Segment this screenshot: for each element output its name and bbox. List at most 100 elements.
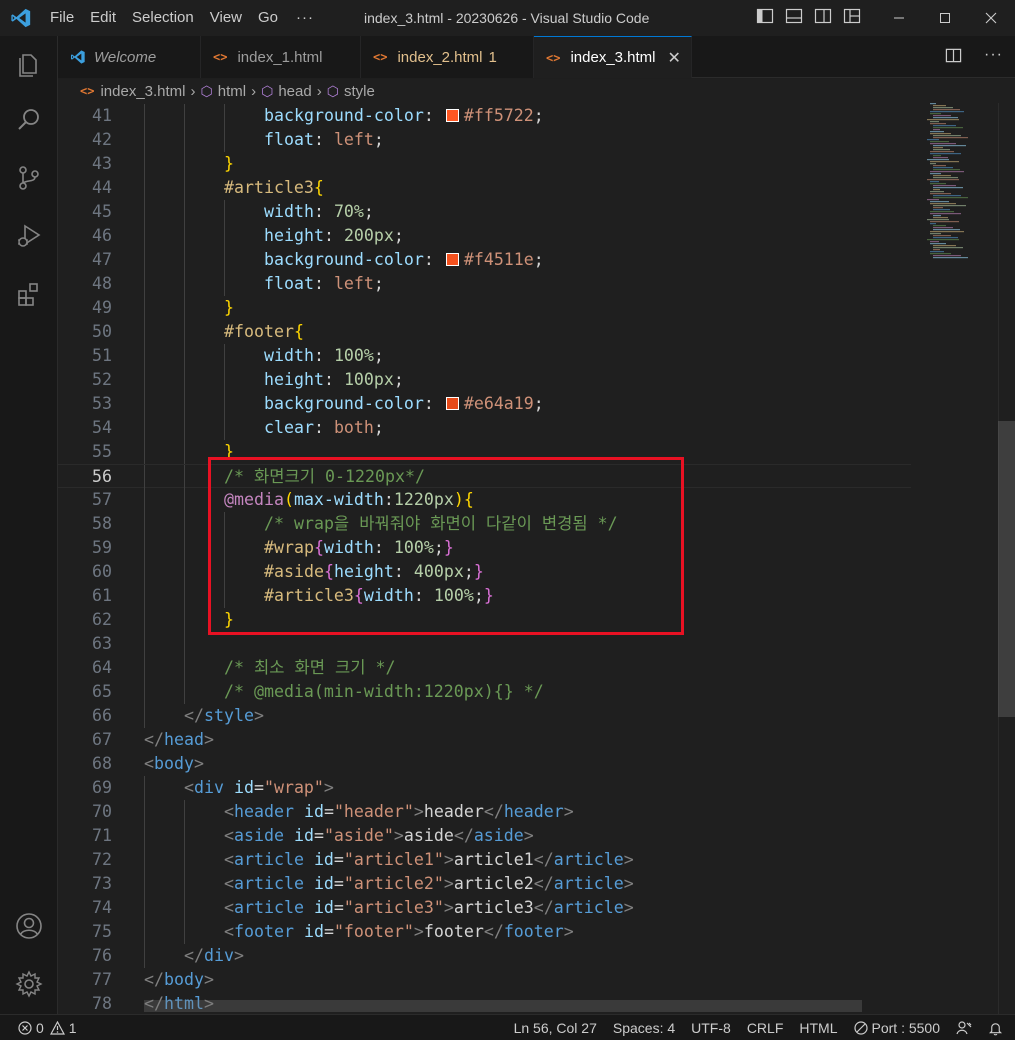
color-swatch[interactable] xyxy=(445,397,459,410)
notifications-bell-icon[interactable] xyxy=(980,1015,1015,1040)
language-mode[interactable]: HTML xyxy=(791,1015,845,1040)
code-editor[interactable]: 41 background-color: #ff5722; 42 float: lef… xyxy=(58,103,1015,1014)
cursor-position[interactable]: Ln 56, Col 27 xyxy=(506,1015,605,1040)
source-control-icon[interactable] xyxy=(0,154,58,202)
code-line[interactable]: 50 #footer{ xyxy=(58,320,911,344)
color-swatch[interactable] xyxy=(445,109,459,122)
menu-more-button[interactable]: ··· xyxy=(286,0,324,36)
code-line[interactable]: 47 background-color: #f4511e; xyxy=(58,248,911,272)
code-line[interactable]: 41 background-color: #ff5722; xyxy=(58,104,911,128)
menu-go[interactable]: Go xyxy=(250,0,286,36)
code-line[interactable]: 51 width: 100%; xyxy=(58,344,911,368)
code-line[interactable]: 57 @media(max-width:1220px){ xyxy=(58,488,911,512)
code-line[interactable]: 63 xyxy=(58,632,911,656)
code-line[interactable]: 48 float: left; xyxy=(58,272,911,296)
explorer-icon[interactable] xyxy=(0,40,58,88)
accounts-icon[interactable] xyxy=(0,902,58,950)
code-line[interactable]: 62} xyxy=(58,608,911,632)
code-line[interactable]: 55} xyxy=(58,440,911,464)
code-line[interactable]: 42 float: left; xyxy=(58,128,911,152)
code-line[interactable]: 67 </head> xyxy=(58,728,911,752)
menu-file[interactable]: File xyxy=(42,0,82,36)
code-line[interactable]: 69 <div id="wrap"> xyxy=(58,776,911,800)
minimize-button[interactable] xyxy=(876,0,922,36)
encoding-status[interactable]: UTF-8 xyxy=(683,1015,739,1040)
menu-view[interactable]: View xyxy=(202,0,250,36)
code-token: max-width xyxy=(293,490,384,509)
breadcrumb-head[interactable]: ⬡ head xyxy=(261,83,312,100)
code-line[interactable]: 46 height: 200px; xyxy=(58,224,911,248)
code-text: @media(max-width:1220px){ xyxy=(224,488,474,512)
code-line[interactable]: 70 <header id="header">header</header> xyxy=(58,800,911,824)
code-line[interactable]: 43} xyxy=(58,152,911,176)
minimap-line xyxy=(933,149,950,151)
code-line[interactable]: 58 /* wrap을 바꿔줘야 화면이 다같이 변경됨 */ xyxy=(58,512,911,536)
tab-welcome[interactable]: Welcome xyxy=(58,36,201,78)
color-swatch[interactable] xyxy=(445,253,459,266)
eol-status[interactable]: CRLF xyxy=(739,1015,792,1040)
extensions-icon[interactable] xyxy=(0,270,58,318)
menu-selection[interactable]: Selection xyxy=(124,0,202,36)
code-line[interactable]: 72 <article id="article1">article1</artic… xyxy=(58,848,911,872)
menu-edit[interactable]: Edit xyxy=(82,0,124,36)
indent-guide xyxy=(184,800,185,824)
toggle-primary-sidebar-icon[interactable] xyxy=(756,7,774,25)
indent-guide xyxy=(184,920,185,944)
code-line[interactable]: 56 /* 화면크기 0-1220px*/ xyxy=(58,464,911,489)
code-line[interactable]: 44 #article3{ xyxy=(58,176,911,200)
toggle-secondary-sidebar-icon[interactable] xyxy=(814,7,832,25)
code-line[interactable]: 74 <article id="article3">article3</artic… xyxy=(58,896,911,920)
tab-index-1[interactable]: <> index_1.html xyxy=(201,36,361,78)
code-line[interactable]: 52 height: 100px; xyxy=(58,368,911,392)
accounts-feedback-icon[interactable] xyxy=(948,1015,980,1040)
code-line[interactable]: 65 /* @media(min-width:1220px){} */ xyxy=(58,680,911,704)
line-number: 55 xyxy=(92,442,112,461)
manage-gear-icon[interactable] xyxy=(0,960,58,1008)
indentation-status[interactable]: Spaces: 4 xyxy=(605,1015,683,1040)
breadcrumb-style[interactable]: ⬡ style xyxy=(327,83,375,100)
code-line[interactable]: 68 <body> xyxy=(58,752,911,776)
code-line[interactable]: 71 <aside id="aside">aside</aside> xyxy=(58,824,911,848)
maximize-button[interactable] xyxy=(922,0,968,36)
code-token: </ xyxy=(533,850,554,869)
code-line[interactable]: 64 /* 최소 화면 크기 */ xyxy=(58,656,911,680)
code-line[interactable]: 77 </body> xyxy=(58,968,911,992)
tab-index-3[interactable]: <> index_3.html ✕ xyxy=(534,36,692,78)
indent-guide xyxy=(224,248,225,272)
code-line[interactable]: 45 width: 70%; xyxy=(58,200,911,224)
problems-status[interactable]: 0 1 xyxy=(18,1015,77,1040)
code-line[interactable]: 61 #article3{width: 100%;} xyxy=(58,584,911,608)
code-line[interactable]: 59 #wrap{width: 100%;} xyxy=(58,536,911,560)
minimap-line xyxy=(927,239,959,241)
code-token: header xyxy=(423,802,484,821)
more-actions-icon[interactable]: ··· xyxy=(984,46,1003,64)
indent-guide xyxy=(184,176,185,200)
code-line[interactable]: 49} xyxy=(58,296,911,320)
run-and-debug-icon[interactable] xyxy=(0,212,58,260)
code-line[interactable]: 54 clear: both; xyxy=(58,416,911,440)
close-window-button[interactable] xyxy=(968,0,1014,36)
code-line[interactable]: 60 #aside{height: 400px;} xyxy=(58,560,911,584)
split-editor-icon[interactable] xyxy=(945,47,962,64)
code-line[interactable]: 75 <footer id="footer">footer</footer> xyxy=(58,920,911,944)
minimap[interactable] xyxy=(920,103,998,1014)
tab-index-2[interactable]: <> index_2.html 1 xyxy=(361,36,534,78)
customize-layout-icon[interactable] xyxy=(843,7,861,25)
live-server-port[interactable]: Port : 5500 xyxy=(846,1015,949,1040)
search-icon[interactable] xyxy=(0,96,58,144)
code-token: footer xyxy=(234,922,294,941)
vscode-logo-icon xyxy=(70,49,86,65)
code-line[interactable]: 53 background-color: #e64a19; xyxy=(58,392,911,416)
code-token: = xyxy=(333,898,344,917)
indent-guide xyxy=(224,584,225,608)
horizontal-scrollbar-thumb[interactable] xyxy=(144,1000,862,1012)
code-line[interactable]: 76 </div> xyxy=(58,944,911,968)
code-line[interactable]: 66 </style> xyxy=(58,704,911,728)
breadcrumb-file[interactable]: <> index_3.html xyxy=(80,83,186,100)
vertical-scrollbar-thumb[interactable] xyxy=(998,421,1015,717)
breadcrumb-html[interactable]: ⬡ html xyxy=(201,83,247,100)
toggle-panel-icon[interactable] xyxy=(785,7,803,25)
code-line[interactable]: 73 <article id="article2">article2</artic… xyxy=(58,872,911,896)
close-tab-icon[interactable]: ✕ xyxy=(668,48,681,68)
code-lines[interactable]: 41 background-color: #ff5722; 42 float: lef… xyxy=(58,104,911,1014)
